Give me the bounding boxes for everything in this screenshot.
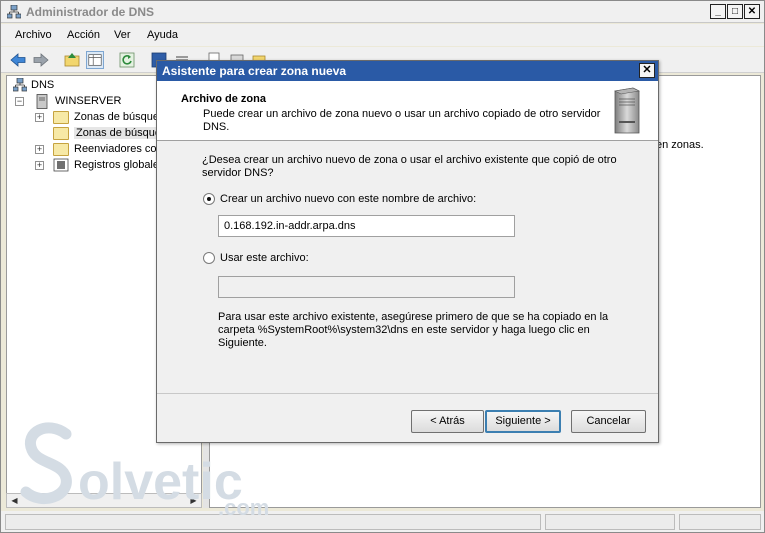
tree-label: Reenviadores cond [74, 143, 169, 155]
dialog-close-icon[interactable]: ✕ [639, 63, 655, 78]
folder-icon [53, 143, 69, 156]
back-button[interactable]: < Atrás [411, 410, 484, 433]
menu-accion[interactable]: Acción [67, 29, 100, 41]
new-file-name-input[interactable]: 0.168.192.in-addr.arpa.dns [218, 215, 515, 237]
expand-icon[interactable]: + [35, 145, 44, 154]
wizard-question: ¿Desea crear un archivo nuevo de zona o … [202, 154, 617, 179]
create-new-file-label[interactable]: Crear un archivo nuevo con este nombre d… [220, 193, 476, 205]
watermark-s-logo [20, 422, 72, 505]
cancel-button[interactable]: Cancelar [571, 410, 646, 433]
tree-label-dns: DNS [31, 79, 55, 91]
wizard-step-title: Archivo de zona [181, 93, 266, 105]
watermark-tld: .com [218, 495, 270, 520]
up-folder-icon[interactable] [63, 51, 81, 69]
dialog-title: Asistente para crear zona nueva [162, 64, 347, 78]
event-log-icon [53, 158, 69, 172]
status-bar [1, 511, 764, 532]
server-icon [36, 94, 48, 109]
wizard-note: Para usar este archivo existente, asegúr… [218, 311, 609, 349]
tree-label: Registros globales [74, 159, 165, 171]
wizard-step-subtitle: Puede crear un archivo de zona nuevo o u… [203, 108, 601, 133]
server-tower-icon [614, 87, 640, 134]
status-cell-2 [545, 514, 675, 530]
tree-label-selected: Zonas de búsqued [74, 127, 170, 139]
wizard-header: Archivo de zona Puede crear un archivo d… [157, 81, 658, 141]
existing-file-input[interactable] [218, 276, 515, 298]
main-title-bar[interactable]: Administrador de DNS _ □ ✕ [1, 1, 764, 23]
status-cell-3 [679, 514, 761, 530]
dns-icon [13, 78, 27, 92]
tree-item-dns[interactable]: DNS [13, 78, 113, 94]
maximize-button[interactable]: □ [727, 4, 743, 19]
folder-icon [53, 127, 69, 140]
next-button[interactable]: Siguiente > [485, 410, 561, 433]
close-window-button[interactable]: ✕ [744, 4, 760, 19]
folder-icon [53, 111, 69, 124]
use-existing-file-radio[interactable] [203, 252, 215, 264]
back-arrow-icon[interactable] [9, 51, 27, 69]
wizard-footer: < Atrás Siguiente > Cancelar [157, 393, 658, 443]
refresh-icon[interactable] [118, 51, 136, 69]
tree-label-winserver: WINSERVER [55, 95, 122, 107]
window-title: Administrador de DNS [26, 5, 155, 19]
details-text: en zonas. [656, 139, 704, 151]
show-tree-icon[interactable] [86, 51, 104, 69]
minimize-button[interactable]: _ [710, 4, 726, 19]
menu-ayuda[interactable]: Ayuda [147, 29, 178, 41]
menu-bar: Archivo Acción Ver Ayuda [1, 24, 764, 46]
forward-arrow-icon[interactable] [32, 51, 50, 69]
wizard-body: ¿Desea crear un archivo nuevo de zona o … [157, 142, 658, 392]
expand-icon[interactable]: + [35, 161, 44, 170]
status-cell-main [5, 514, 541, 530]
use-existing-file-label[interactable]: Usar este archivo: [220, 252, 309, 264]
new-zone-wizard-dialog: Asistente para crear zona nueva ✕ Archiv… [156, 60, 659, 443]
dialog-title-bar[interactable]: Asistente para crear zona nueva ✕ [157, 61, 658, 81]
dns-app-icon [7, 5, 21, 19]
expand-icon[interactable]: + [35, 113, 44, 122]
tree-label: Zonas de búsqued [74, 111, 166, 123]
menu-ver[interactable]: Ver [114, 29, 131, 41]
menu-archivo[interactable]: Archivo [15, 29, 52, 41]
create-new-file-radio[interactable] [203, 193, 215, 205]
collapse-icon[interactable]: − [15, 97, 24, 106]
